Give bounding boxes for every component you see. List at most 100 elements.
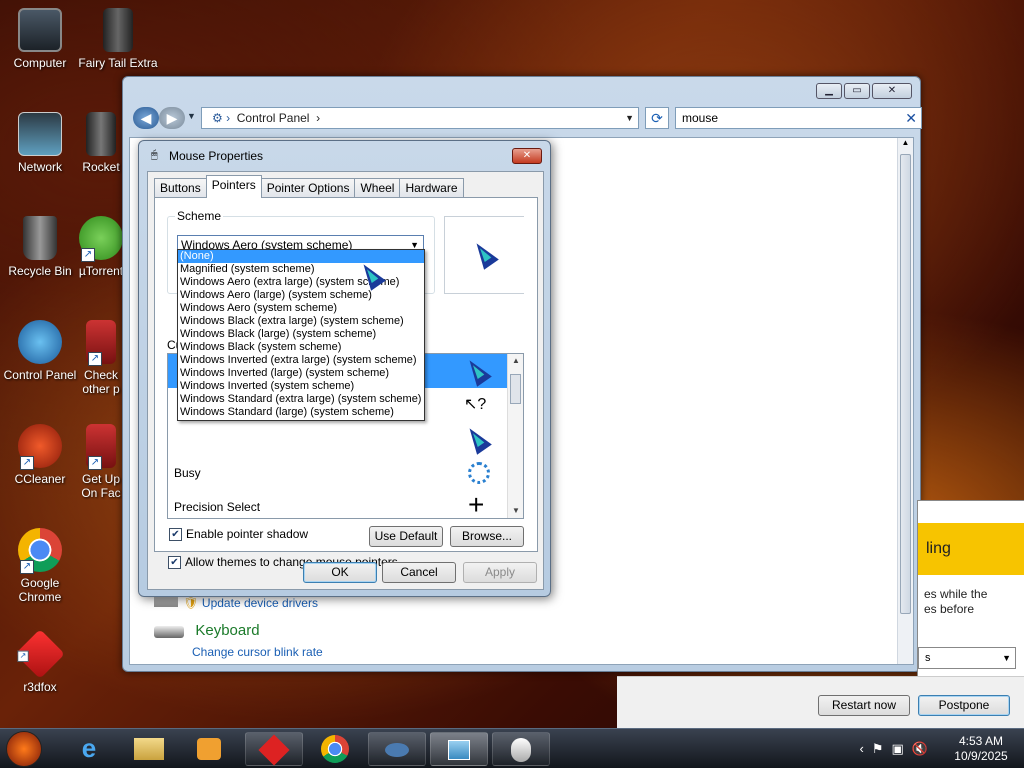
list-scrollbar[interactable]: ▲ ▼ bbox=[507, 354, 523, 518]
taskbar-control-panel-button[interactable] bbox=[368, 732, 426, 766]
desktop-icon-computer[interactable]: Computer bbox=[0, 8, 80, 70]
list-item[interactable]: Busy bbox=[168, 456, 508, 490]
minimize-button[interactable]: ▁ bbox=[816, 83, 842, 99]
dialog-close-button[interactable]: ✕ bbox=[512, 148, 542, 164]
tab-hardware[interactable]: Hardware bbox=[399, 178, 464, 198]
scheme-option[interactable]: Windows Black (system scheme) bbox=[178, 341, 424, 354]
scheme-option[interactable]: Windows Aero (system scheme) bbox=[178, 302, 424, 315]
taskbar-mouse-properties-button[interactable] bbox=[430, 732, 488, 766]
back-button[interactable]: ◀ bbox=[133, 107, 159, 129]
update-device-drivers-link[interactable]: Update device drivers bbox=[202, 596, 318, 610]
taskbar-app-button[interactable] bbox=[492, 732, 550, 766]
scheme-dropdown-list[interactable]: (None) Magnified (system scheme) Windows… bbox=[177, 249, 425, 421]
app-icon: ↗ bbox=[86, 320, 116, 366]
shortcut-arrow-icon: ↗ bbox=[20, 456, 34, 470]
desktop-icon-check-other[interactable]: ↗ Check other p bbox=[78, 320, 124, 396]
volume-muted-icon[interactable]: 🔇 bbox=[912, 741, 928, 757]
computer-icon bbox=[18, 8, 62, 52]
close-button[interactable]: ✕ bbox=[872, 83, 912, 99]
address-box[interactable]: ⚙ › Control Panel › ▼ bbox=[201, 107, 639, 129]
list-item[interactable] bbox=[168, 422, 508, 456]
scheme-option[interactable]: Windows Aero (extra large) (system schem… bbox=[178, 276, 424, 289]
desktop-icon-recycle-bin[interactable]: Recycle Bin bbox=[0, 216, 80, 278]
scheme-option[interactable]: Windows Aero (large) (system scheme) bbox=[178, 289, 424, 302]
scroll-up-icon[interactable]: ▲ bbox=[508, 354, 523, 368]
keyboard-heading-link[interactable]: Keyboard bbox=[195, 622, 259, 639]
app-icon: ↗ bbox=[86, 424, 116, 470]
chevron-down-icon[interactable]: ▼ bbox=[625, 108, 634, 128]
chrome-icon bbox=[321, 735, 349, 763]
desktop-icon-network[interactable]: Network bbox=[0, 112, 80, 174]
taskbar-ie-button[interactable]: e bbox=[60, 732, 118, 766]
show-hidden-icons-chevron[interactable]: ‹ bbox=[860, 741, 864, 757]
scheme-option[interactable]: (None) bbox=[178, 250, 424, 263]
restart-now-button[interactable]: Restart now bbox=[818, 695, 910, 716]
tab-pointer-options[interactable]: Pointer Options bbox=[260, 178, 356, 198]
desktop-icon-rocket[interactable]: Rocket bbox=[78, 112, 124, 174]
forward-button[interactable]: ▶ bbox=[159, 107, 185, 129]
desktop-icon-control-panel[interactable]: Control Panel bbox=[0, 320, 80, 382]
apply-button[interactable]: Apply bbox=[463, 562, 537, 583]
folder-icon bbox=[134, 738, 164, 760]
taskbar-explorer-button[interactable] bbox=[120, 732, 178, 766]
use-default-button[interactable]: Use Default bbox=[369, 526, 443, 547]
enable-pointer-shadow-checkbox[interactable]: ✔ bbox=[169, 527, 182, 541]
search-input[interactable]: mouse ✕ bbox=[675, 107, 922, 129]
scheme-option[interactable]: Windows Standard (large) (system scheme) bbox=[178, 406, 424, 419]
recent-pages-icon[interactable]: ▼ bbox=[187, 111, 196, 121]
network-icon[interactable]: ▣ bbox=[892, 741, 904, 757]
aero-cursor-icon bbox=[462, 355, 492, 387]
update-postpone-select[interactable]: s ▼ bbox=[918, 647, 1016, 669]
maximize-button[interactable]: ▭ bbox=[844, 83, 870, 99]
ccleaner-icon: ↗ bbox=[18, 424, 62, 470]
taskbar-media-button[interactable] bbox=[180, 732, 238, 766]
scheme-option[interactable]: Windows Black (large) (system scheme) bbox=[178, 328, 424, 341]
taskbar-r3dfox-button[interactable] bbox=[245, 732, 303, 766]
ok-button[interactable]: OK bbox=[303, 562, 377, 583]
update-banner: ling bbox=[918, 523, 1024, 575]
scrollbar-thumb[interactable] bbox=[510, 374, 521, 404]
recycle-bin-icon bbox=[23, 216, 57, 260]
control-panel-icon bbox=[18, 320, 62, 364]
r3dfox-icon: ↗ bbox=[15, 629, 65, 679]
start-button[interactable] bbox=[6, 731, 42, 767]
scheme-option[interactable]: Windows Inverted (large) (system scheme) bbox=[178, 367, 424, 380]
scroll-up-icon[interactable]: ▲ bbox=[898, 138, 913, 147]
update-footer: Restart now Postpone bbox=[617, 676, 1024, 728]
desktop-icon-chrome[interactable]: ↗ Google Chrome bbox=[0, 528, 80, 604]
postpone-button[interactable]: Postpone bbox=[918, 695, 1010, 716]
crosshair-icon: + bbox=[468, 489, 485, 519]
tab-buttons[interactable]: Buttons bbox=[154, 178, 207, 198]
scheme-option[interactable]: Windows Inverted (system scheme) bbox=[178, 380, 424, 393]
scheme-option[interactable]: Windows Black (extra large) (system sche… bbox=[178, 315, 424, 328]
cancel-button[interactable]: Cancel bbox=[382, 562, 456, 583]
vertical-scrollbar[interactable]: ▲ bbox=[897, 138, 913, 664]
desktop-icon-r3dfox[interactable]: ↗ r3dfox bbox=[0, 629, 80, 694]
desktop-icon-get-up[interactable]: ↗ Get Up On Fac bbox=[78, 424, 124, 500]
tab-strip: Buttons Pointers Pointer Options Wheel H… bbox=[154, 175, 464, 198]
scroll-down-icon[interactable]: ▼ bbox=[508, 504, 523, 518]
desktop-icon-fairy-tail[interactable]: Fairy Tail Extra bbox=[78, 8, 158, 84]
busy-spinner-icon bbox=[468, 462, 490, 484]
clear-search-icon[interactable]: ✕ bbox=[905, 108, 917, 128]
change-cursor-blink-rate-link[interactable]: Change cursor blink rate bbox=[192, 645, 323, 659]
mouse-icon bbox=[385, 743, 409, 757]
allow-themes-checkbox[interactable]: ✔ bbox=[168, 555, 181, 569]
tray-clock[interactable]: 4:53 AM 10/9/2025 bbox=[946, 734, 1016, 764]
refresh-button[interactable]: ⟳ bbox=[645, 107, 669, 129]
browse-button[interactable]: Browse... bbox=[450, 526, 524, 547]
tab-pointers[interactable]: Pointers bbox=[205, 175, 262, 198]
scheme-option[interactable]: Windows Standard (extra large) (system s… bbox=[178, 393, 424, 406]
flag-icon[interactable]: ⚑ bbox=[872, 741, 884, 757]
network-icon bbox=[18, 112, 62, 156]
tab-wheel[interactable]: Wheel bbox=[354, 178, 401, 198]
scheme-option[interactable]: Windows Inverted (extra large) (system s… bbox=[178, 354, 424, 367]
mouse-icon bbox=[511, 738, 531, 762]
taskbar-chrome-button[interactable] bbox=[306, 732, 364, 766]
list-item[interactable]: Precision Select + bbox=[168, 490, 508, 519]
desktop-icon-ccleaner[interactable]: ↗ CCleaner bbox=[0, 424, 80, 486]
scheme-option[interactable]: Magnified (system scheme) bbox=[178, 263, 424, 276]
scrollbar-thumb[interactable] bbox=[900, 154, 911, 614]
window-icon bbox=[448, 740, 470, 760]
desktop-icon-utorrent[interactable]: ↗ µTorrent bbox=[78, 216, 124, 278]
